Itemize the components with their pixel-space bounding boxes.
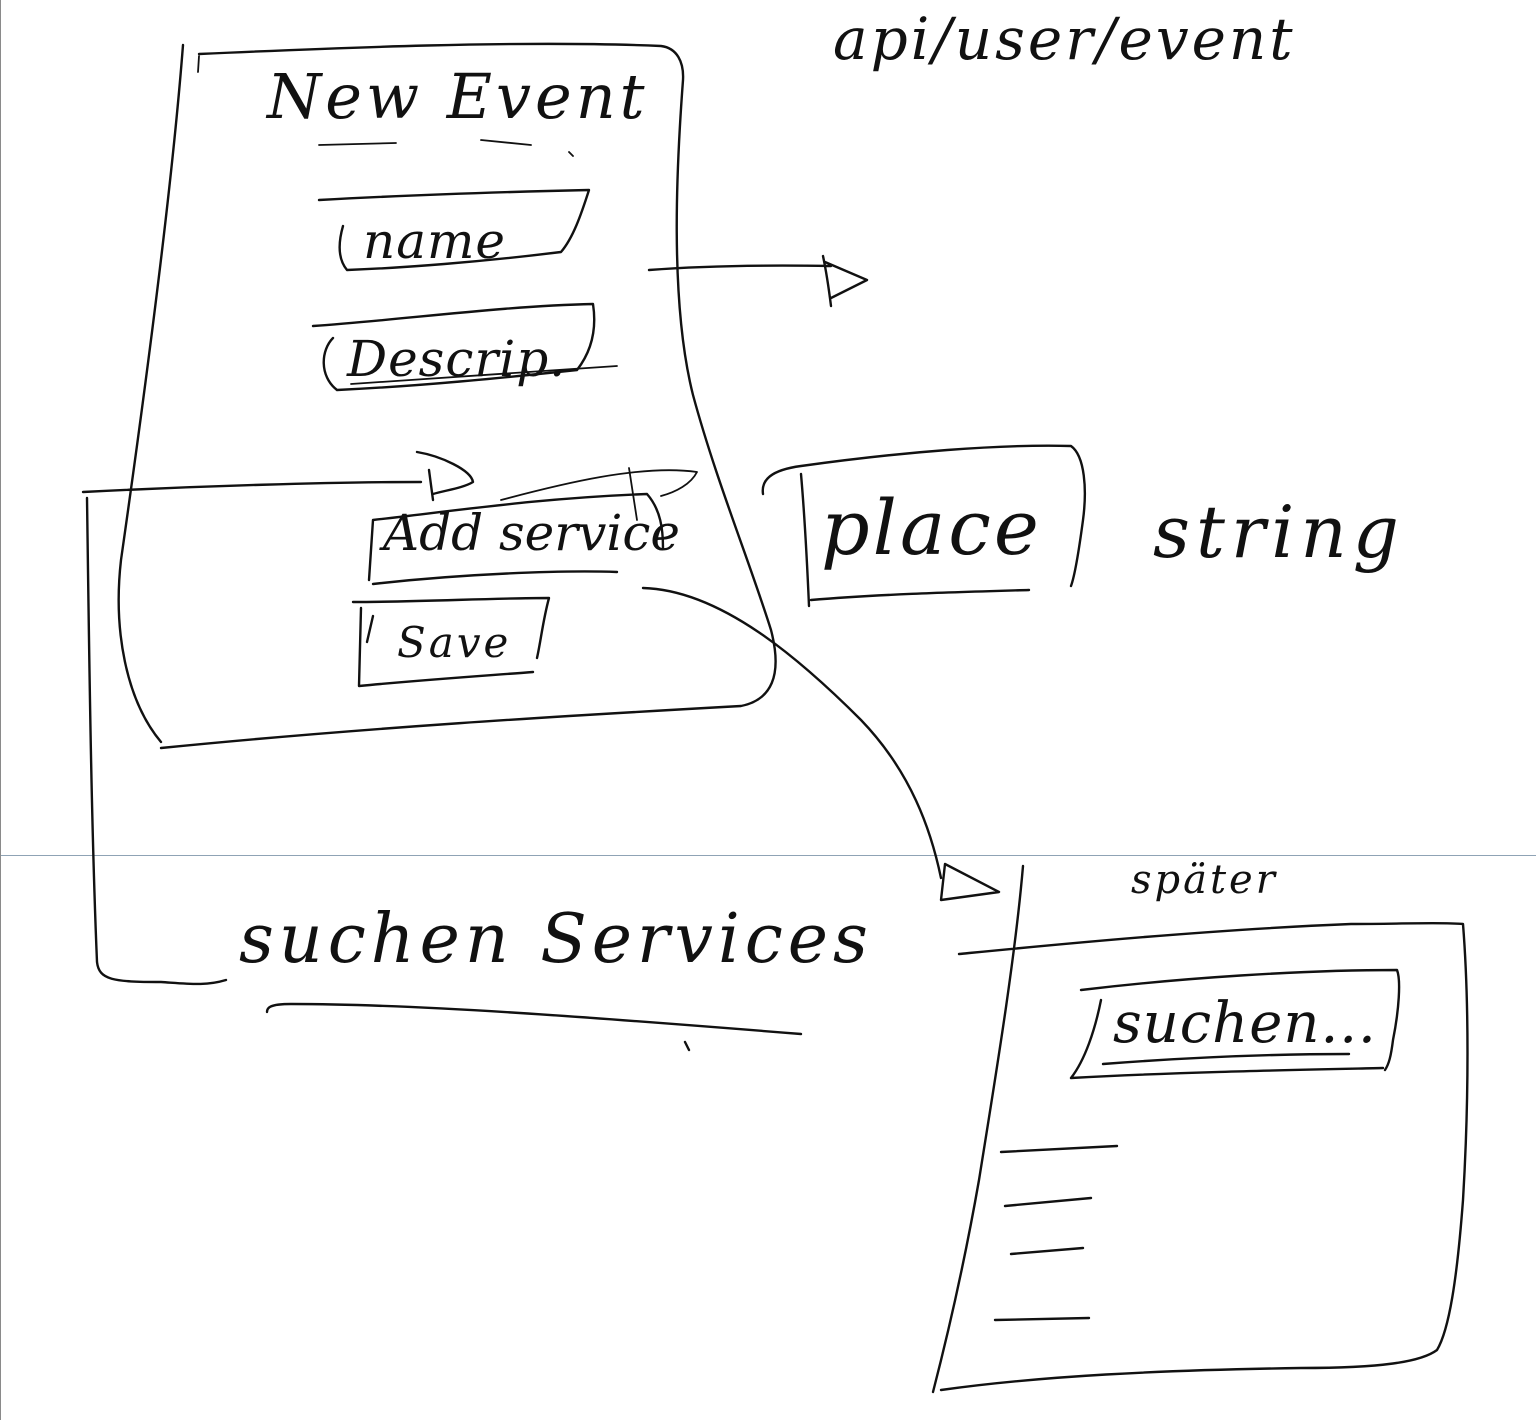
sketch-strokes: [81, 42, 1469, 1394]
description-field[interactable]: Descrip.: [347, 334, 566, 384]
name-field[interactable]: name: [363, 216, 506, 266]
result-line-2: [1003, 1196, 1093, 1208]
later-note: später: [1131, 857, 1278, 903]
api-endpoint-label: api/user/event: [833, 5, 1296, 73]
result-line-3: [1009, 1246, 1085, 1256]
result-line-1: [999, 1144, 1119, 1154]
arrow-to-later-panel: [641, 586, 1001, 902]
form-title: New Event: [267, 60, 649, 133]
result-line-4: [993, 1316, 1091, 1322]
whiteboard: api/user/event New Event name Descrip. A…: [0, 0, 1536, 1420]
save-button[interactable]: Save: [397, 622, 511, 664]
place-type-label: string: [1153, 490, 1405, 574]
search-services-label: suchen Services: [239, 900, 873, 979]
place-field[interactable]: place: [821, 490, 1042, 566]
search-underline: [265, 1002, 803, 1052]
later-panel-frame: [931, 864, 1469, 1394]
arrow-to-endpoint: [647, 254, 869, 308]
later-search-input[interactable]: suchen...: [1113, 996, 1377, 1052]
add-service-button[interactable]: Add service: [383, 508, 680, 558]
